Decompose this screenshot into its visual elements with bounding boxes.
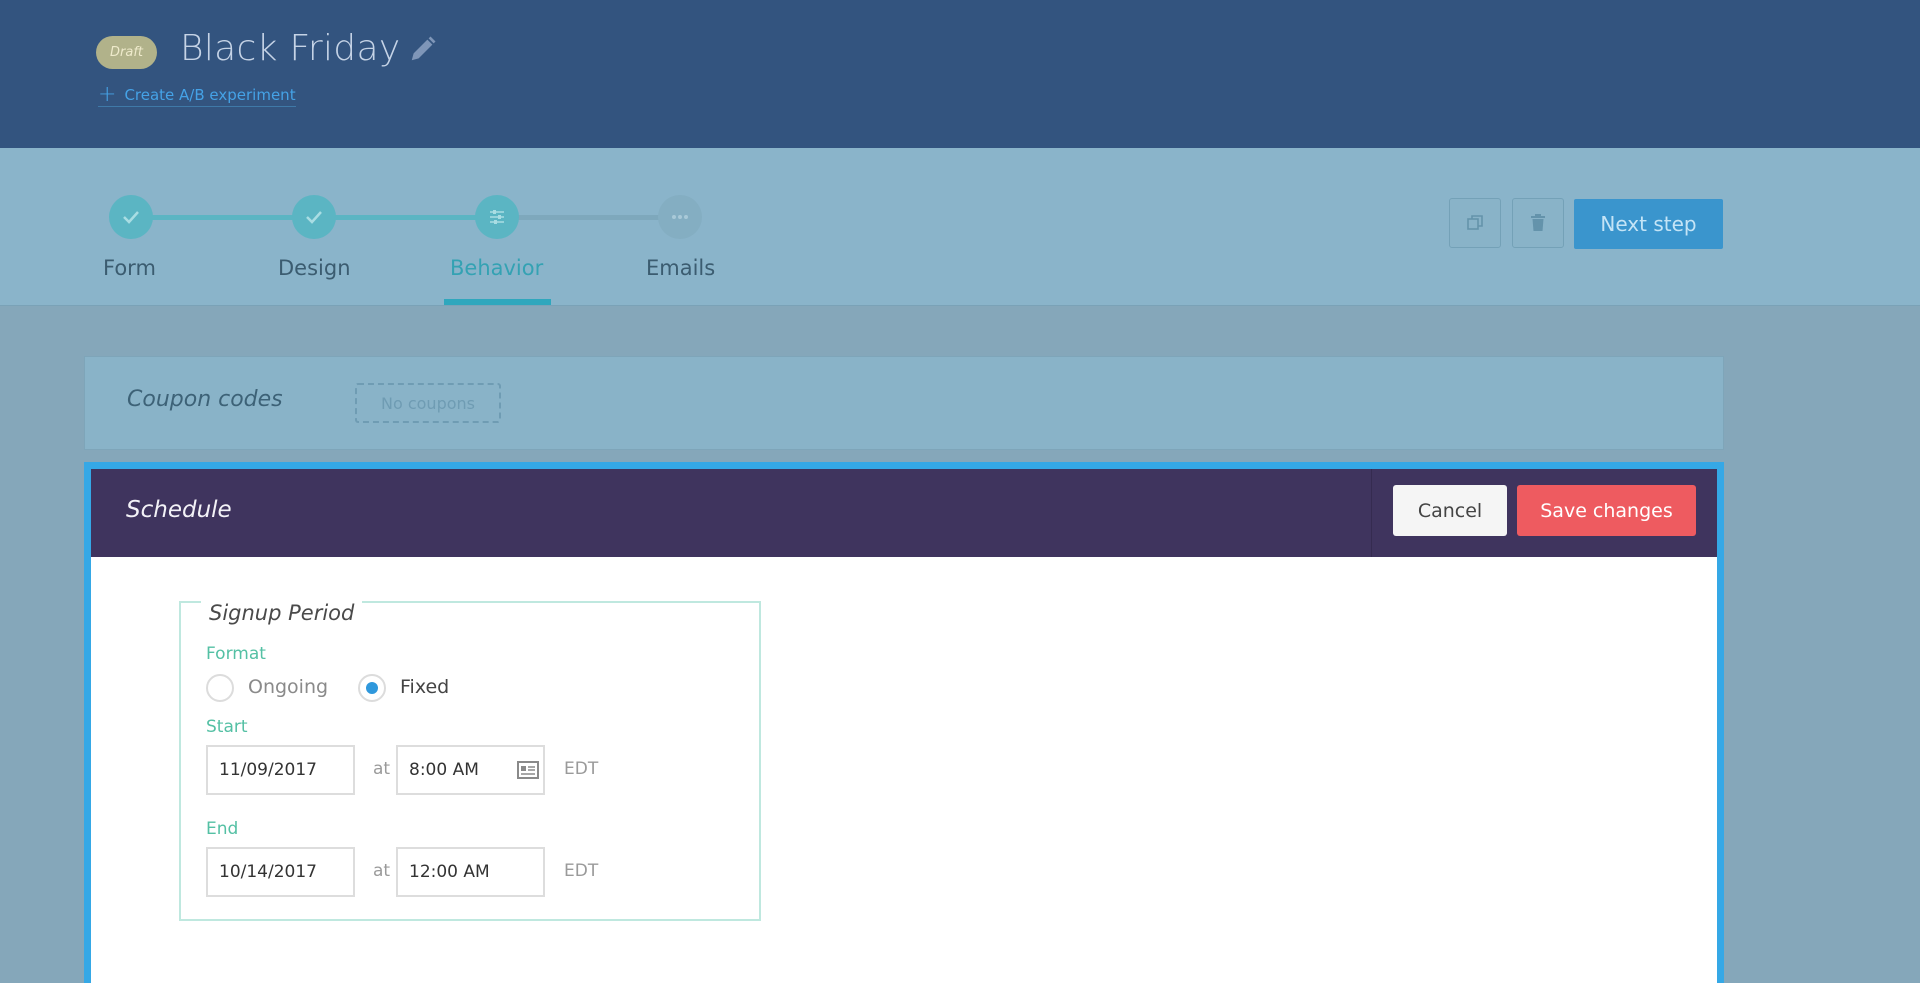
start-at-label: at [373,759,391,779]
end-timezone: EDT [564,861,599,881]
end-at-label: at [373,861,391,881]
format-label: Format [206,644,266,664]
coupon-codes-label: Coupon codes [127,387,283,412]
duplicate-button[interactable] [1449,198,1501,248]
step-emails-label[interactable]: Emails [646,256,715,280]
coupon-codes-panel[interactable]: Coupon codes No coupons [84,356,1724,450]
ab-link-label: Create A/B experiment [124,86,296,104]
schedule-title: Schedule [126,497,232,523]
step-design-dot[interactable] [292,195,336,239]
ellipsis-icon [672,215,688,219]
step-design-label[interactable]: Design [278,256,351,280]
check-icon [123,211,139,224]
signup-period-legend: Signup Period [201,601,363,625]
sliders-icon [490,210,504,224]
radio-selected-dot [366,682,378,694]
start-date-input[interactable]: 11/09/2017 [206,745,355,795]
status-badge: Draft [96,36,157,69]
step-behavior-dot[interactable] [475,195,519,239]
step-form-dot[interactable] [109,195,153,239]
ongoing-radio-label[interactable]: Ongoing [248,676,328,698]
create-ab-experiment-link[interactable]: + Create A/B experiment [98,82,296,107]
save-changes-button[interactable]: Save changes [1517,485,1696,536]
delete-button[interactable] [1512,198,1564,248]
check-icon [306,211,322,224]
step-emails-dot[interactable] [658,195,702,239]
pencil-icon[interactable] [408,34,438,64]
plus-icon: + [98,82,117,107]
calendar-icon[interactable] [517,760,539,780]
trash-icon [1531,214,1545,231]
schedule-panel: Schedule Cancel Save changes Signup Peri… [84,462,1724,983]
schedule-header: Schedule Cancel Save changes [91,469,1717,557]
cancel-button[interactable]: Cancel [1393,485,1507,536]
active-step-underline [444,299,551,305]
next-step-button[interactable]: Next step [1574,199,1723,249]
start-label: Start [206,717,248,737]
ongoing-radio[interactable] [206,674,234,702]
progress-rail-remaining [498,215,680,220]
start-timezone: EDT [564,759,599,779]
campaign-title: Black Friday [180,28,401,69]
step-form-label[interactable]: Form [103,256,156,280]
page-header: Draft Black Friday + Create A/B experime… [0,0,1920,148]
end-label: End [206,819,239,839]
fixed-radio-label[interactable]: Fixed [400,676,449,698]
header-divider [1371,469,1372,557]
start-time-value: 8:00 AM [409,760,479,780]
fixed-radio[interactable] [358,674,386,702]
start-time-input[interactable]: 8:00 AM [396,745,545,795]
step-behavior-label[interactable]: Behavior [450,256,543,280]
end-time-input[interactable]: 12:00 AM [396,847,545,897]
duplicate-icon [1467,215,1483,230]
no-coupons-placeholder[interactable]: No coupons [355,383,501,423]
end-date-input[interactable]: 10/14/2017 [206,847,355,897]
